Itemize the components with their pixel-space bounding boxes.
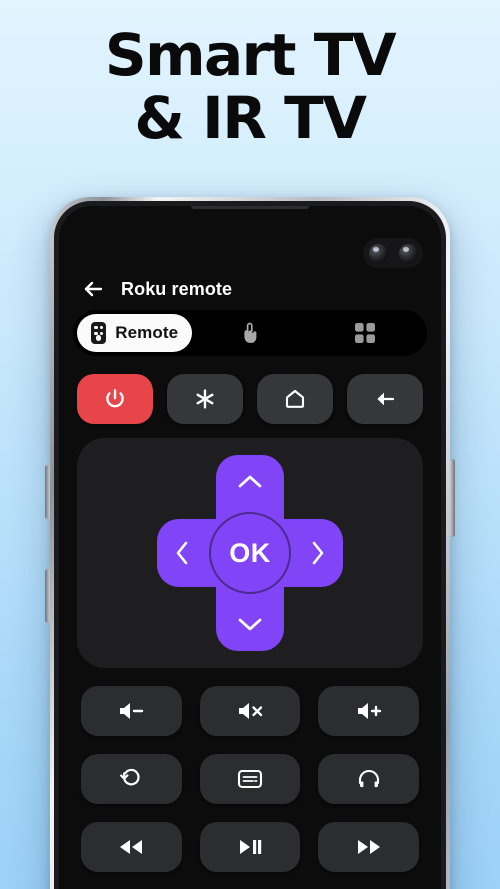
power-button[interactable] [77, 374, 153, 424]
chevron-up-icon [236, 473, 264, 491]
volume-down-button[interactable] [81, 686, 182, 736]
replay-rotate-icon [118, 766, 144, 792]
volume-down-side-button[interactable] [45, 569, 50, 623]
phone-screen: Roku remote Remote OK [59, 206, 441, 889]
tab-touchpad[interactable] [192, 314, 307, 352]
apps-grid-icon [354, 322, 376, 344]
camera-lens [368, 243, 388, 263]
volume-row [59, 686, 441, 736]
chevron-down-icon [236, 615, 264, 633]
camera-lens [398, 243, 418, 263]
options-button[interactable] [167, 374, 243, 424]
headline-line-2: & IR TV [134, 83, 367, 152]
arrow-left-icon[interactable] [81, 277, 105, 301]
power-row [59, 374, 441, 424]
dpad-ok-label: OK [229, 537, 271, 568]
phone-mockup: Roku remote Remote OK [45, 197, 455, 889]
headphones-icon [356, 767, 382, 791]
volume-up-side-button[interactable] [45, 465, 50, 519]
fast-forward-icon [356, 838, 382, 856]
rewind-icon [118, 838, 144, 856]
tab-remote-label: Remote [115, 323, 179, 342]
tab-remote[interactable]: Remote [77, 314, 193, 352]
tab-bar: Remote [73, 310, 427, 356]
transport-row [59, 822, 441, 872]
media-row [59, 754, 441, 804]
volume-plus-icon [354, 700, 384, 722]
dpad: OK [157, 455, 343, 651]
remote-control-icon [91, 322, 107, 344]
fast-forward-button[interactable] [318, 822, 420, 872]
volume-mute-icon [235, 700, 265, 722]
promo-screenshot: Smart TV & IR TV Roku remote Remote OK [0, 0, 500, 889]
touchpad-hand-icon [239, 321, 261, 345]
replay-button[interactable] [81, 754, 182, 804]
dual-punch-hole-camera-icon [363, 238, 423, 268]
power-side-button[interactable] [450, 459, 455, 537]
play-pause-icon [237, 838, 263, 856]
phone-bezel: Roku remote Remote OK [54, 201, 446, 889]
captions-button[interactable] [199, 754, 301, 804]
power-icon [103, 387, 127, 411]
headline-line-1: Smart TV [104, 21, 397, 89]
page-title: Smart TV & IR TV [0, 24, 500, 149]
home-button[interactable] [257, 374, 333, 424]
chevron-left-icon [173, 539, 191, 567]
arrow-left-icon [373, 387, 397, 411]
closed-captions-icon [236, 768, 264, 790]
asterisk-icon [193, 387, 217, 411]
mute-button[interactable] [199, 686, 301, 736]
rewind-button[interactable] [81, 822, 182, 872]
home-icon [283, 387, 307, 411]
headphones-button[interactable] [318, 754, 420, 804]
volume-minus-icon [116, 700, 146, 722]
app-page-title: Roku remote [121, 278, 233, 299]
volume-up-button[interactable] [318, 686, 420, 736]
dpad-panel: OK [77, 438, 423, 668]
tab-apps[interactable] [308, 314, 423, 352]
dpad-ok-button[interactable]: OK [209, 512, 291, 594]
earpiece-speaker [191, 206, 309, 209]
chevron-right-icon [309, 539, 327, 567]
play-pause-button[interactable] [199, 822, 301, 872]
back-button[interactable] [347, 374, 423, 424]
